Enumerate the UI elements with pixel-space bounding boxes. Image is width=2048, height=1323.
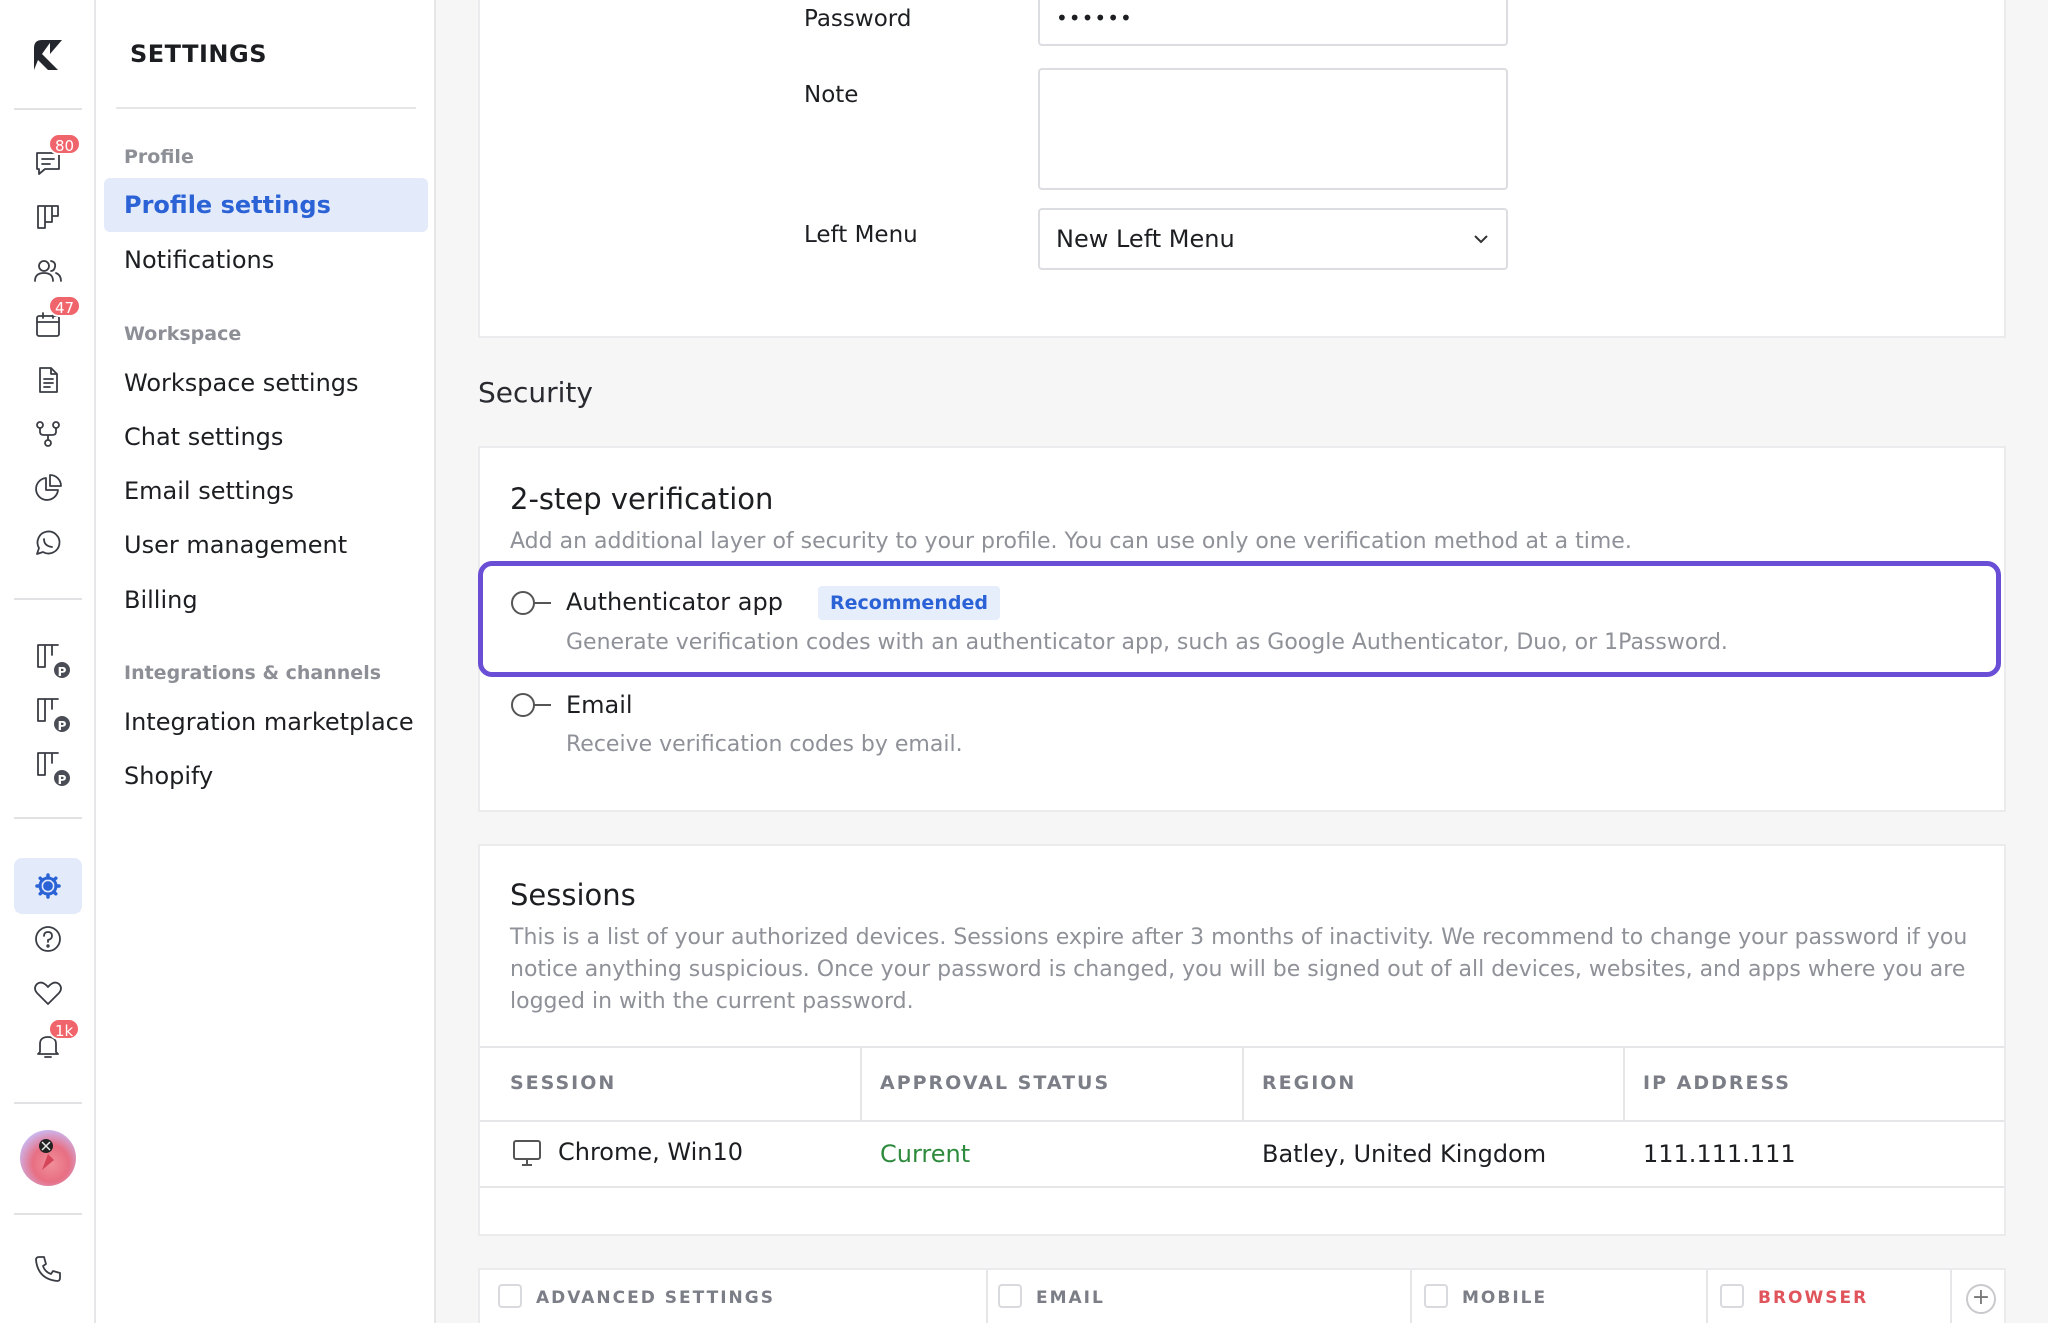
two-step-description: Add an additional layer of security to y…	[510, 529, 1632, 554]
workflow-icon[interactable]	[28, 414, 68, 454]
email-radio[interactable]	[510, 692, 552, 718]
settings-panel: SETTINGS Profile Profile settings Notifi…	[96, 0, 436, 1323]
column-header-session: SESSION	[510, 1072, 617, 1094]
left-menu-value: New Left Menu	[1056, 225, 1235, 253]
calendar-badge: 47	[48, 295, 82, 317]
nav-item-shopify[interactable]: Shopify	[104, 749, 428, 803]
column-divider	[1706, 1270, 1708, 1323]
session-status: Current	[880, 1140, 971, 1168]
nav-group-integrations: Integrations & channels	[124, 662, 382, 684]
left-menu-select[interactable]: New Left Menu	[1038, 208, 1508, 270]
pipeline-badge: P	[52, 714, 72, 734]
user-avatar[interactable]	[20, 1130, 76, 1186]
authenticator-highlight-frame	[478, 561, 2001, 677]
chevron-down-icon	[1474, 235, 1488, 244]
email-option-description: Receive verification codes by email.	[566, 732, 963, 757]
sessions-description-line-3: logged in with the current password.	[510, 989, 914, 1014]
column-divider	[1950, 1270, 1952, 1323]
email-option-title[interactable]: Email	[566, 691, 633, 719]
column-divider	[986, 1270, 988, 1323]
column-header-ip-address: IP ADDRESS	[1643, 1072, 1791, 1094]
nav-item-email-settings[interactable]: Email settings	[104, 464, 428, 518]
pipeline-p-icon[interactable]: P	[28, 744, 72, 788]
rail-divider	[14, 1102, 82, 1104]
app-logo-icon[interactable]	[28, 34, 68, 74]
nav-item-chat-settings[interactable]: Chat settings	[104, 410, 428, 464]
column-header-advanced-settings: ADVANCED SETTINGS	[536, 1288, 775, 1308]
pipeline-icon[interactable]	[28, 197, 68, 237]
nav-item-workspace-settings[interactable]: Workspace settings	[104, 356, 428, 410]
column-divider	[1623, 1046, 1625, 1120]
rail-divider	[14, 598, 82, 600]
column-divider	[1410, 1270, 1412, 1323]
session-ip: 111.111.111	[1643, 1140, 1796, 1168]
add-column-button[interactable]: +	[1966, 1284, 1996, 1314]
security-section-title: Security	[478, 376, 593, 409]
nav-group-profile: Profile	[124, 146, 194, 168]
rail-divider	[14, 1213, 82, 1215]
column-divider	[1242, 1046, 1244, 1120]
sessions-card: Sessions This is a list of your authoriz…	[478, 844, 2006, 1236]
nav-item-integration-marketplace[interactable]: Integration marketplace	[104, 695, 428, 749]
nav-item-billing[interactable]: Billing	[104, 573, 428, 627]
note-textarea[interactable]	[1038, 68, 1508, 190]
password-label: Password	[804, 6, 912, 32]
heart-icon[interactable]	[28, 973, 68, 1013]
table-divider	[480, 1120, 2004, 1122]
two-step-title: 2-step verification	[510, 482, 774, 516]
chat-badge: 80	[48, 133, 82, 155]
email-checkbox[interactable]	[998, 1284, 1022, 1308]
phone-icon[interactable]	[28, 1249, 68, 1289]
pipeline-badge: P	[52, 660, 72, 680]
advanced-settings-checkbox[interactable]	[498, 1284, 522, 1308]
rail-divider	[14, 108, 82, 110]
help-icon[interactable]	[28, 919, 68, 959]
browser-checkbox[interactable]	[1720, 1284, 1744, 1308]
bell-icon[interactable]: 1k	[28, 1018, 81, 1066]
whatsapp-icon[interactable]	[28, 523, 68, 563]
sessions-title: Sessions	[510, 878, 636, 912]
icon-rail: 80 47 P P P 1k	[0, 0, 96, 1323]
notifications-badge: 1k	[48, 1018, 81, 1040]
column-header-email: EMAIL	[1036, 1288, 1105, 1308]
note-label: Note	[804, 82, 859, 108]
column-divider	[860, 1046, 862, 1120]
profile-form-card: Password •••••• Note Left Menu New Left …	[478, 0, 2006, 338]
sessions-description-line-1: This is a list of your authorized device…	[510, 925, 1968, 950]
chat-icon[interactable]: 80	[28, 133, 82, 183]
password-field[interactable]: ••••••	[1038, 0, 1508, 46]
sessions-description-line-2: notice anything suspicious. Once your pa…	[510, 957, 1966, 982]
left-menu-label: Left Menu	[804, 222, 918, 248]
column-header-approval-status: APPROVAL STATUS	[880, 1072, 1111, 1094]
pipeline-p-icon[interactable]: P	[28, 636, 72, 680]
nav-group-workspace: Workspace	[124, 323, 242, 345]
reports-icon[interactable]	[28, 468, 68, 508]
column-header-region: REGION	[1262, 1072, 1357, 1094]
column-header-mobile: MOBILE	[1462, 1288, 1548, 1308]
notification-settings-card: ADVANCED SETTINGS EMAIL MOBILE BROWSER +	[478, 1268, 2006, 1323]
column-header-browser: BROWSER	[1758, 1288, 1869, 1308]
nav-item-user-management[interactable]: User management	[104, 518, 428, 572]
rail-divider	[14, 817, 82, 819]
pipeline-p-icon[interactable]: P	[28, 690, 72, 734]
document-icon[interactable]	[28, 360, 68, 400]
mobile-checkbox[interactable]	[1424, 1284, 1448, 1308]
settings-gear-icon[interactable]	[28, 866, 68, 906]
settings-title: SETTINGS	[130, 40, 267, 68]
desktop-icon	[513, 1140, 541, 1166]
contacts-icon[interactable]	[28, 251, 68, 291]
session-region: Batley, United Kingdom	[1262, 1140, 1547, 1168]
pipeline-badge: P	[52, 768, 72, 788]
nav-item-notifications[interactable]: Notifications	[104, 233, 428, 287]
panel-divider	[116, 107, 416, 109]
nav-item-profile-settings[interactable]: Profile settings	[104, 178, 428, 232]
table-divider	[480, 1186, 2004, 1188]
session-device: Chrome, Win10	[558, 1138, 744, 1166]
calendar-icon[interactable]: 47	[28, 295, 82, 345]
